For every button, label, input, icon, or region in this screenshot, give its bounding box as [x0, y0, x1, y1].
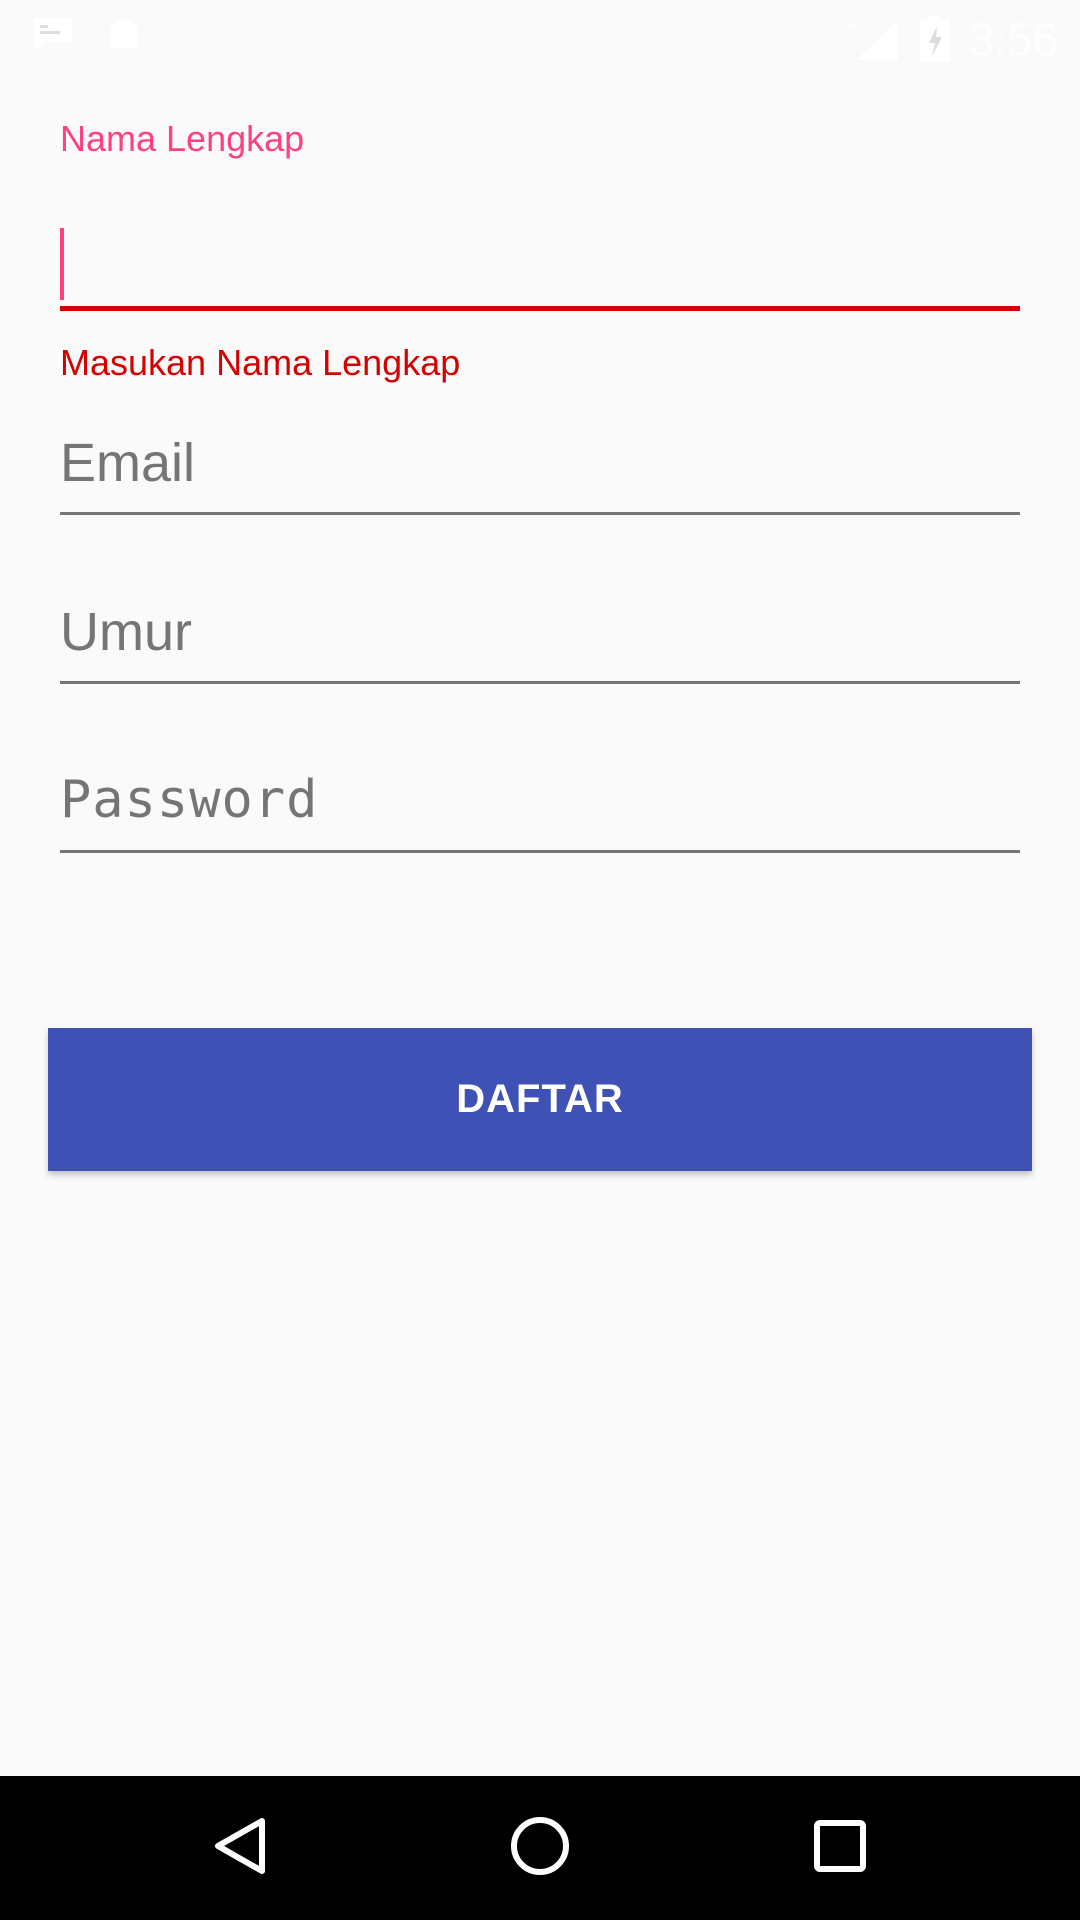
battery-charging-icon [920, 16, 951, 62]
back-icon [212, 1816, 268, 1881]
full-name-error: Masukan Nama Lengkap [60, 342, 461, 383]
signal-icon: H [846, 16, 902, 62]
system-icons: H 3:56 [846, 12, 1058, 66]
recents-button[interactable] [780, 1776, 900, 1920]
status-bar: H 3:56 [0, 0, 1080, 72]
message-icon [32, 16, 74, 52]
full-name-field[interactable]: Nama Lengkap Masukan Nama Lengkap [60, 118, 1020, 383]
age-placeholder: Umur [60, 602, 192, 662]
notification-icons [32, 16, 142, 52]
recents-icon [813, 1819, 867, 1878]
android-icon [106, 16, 142, 52]
register-button[interactable]: DAFTAR [48, 1028, 1032, 1171]
clock: 3:56 [968, 13, 1058, 65]
age-field[interactable]: Umur [60, 601, 1020, 761]
email-underline [60, 512, 1020, 515]
svg-text:H: H [846, 17, 856, 33]
password-field[interactable]: Password [60, 770, 1020, 930]
back-button[interactable] [180, 1776, 300, 1920]
password-placeholder: Password [60, 770, 319, 830]
full-name-underline [60, 306, 1020, 311]
home-icon [509, 1815, 571, 1882]
full-name-label: Nama Lengkap [60, 118, 305, 159]
navigation-bar [0, 1776, 1080, 1920]
password-underline [60, 850, 1020, 853]
age-underline [60, 681, 1020, 684]
text-cursor [60, 228, 64, 300]
email-placeholder: Email [60, 433, 196, 493]
home-button[interactable] [480, 1776, 600, 1920]
email-field[interactable]: Email [60, 432, 1020, 592]
